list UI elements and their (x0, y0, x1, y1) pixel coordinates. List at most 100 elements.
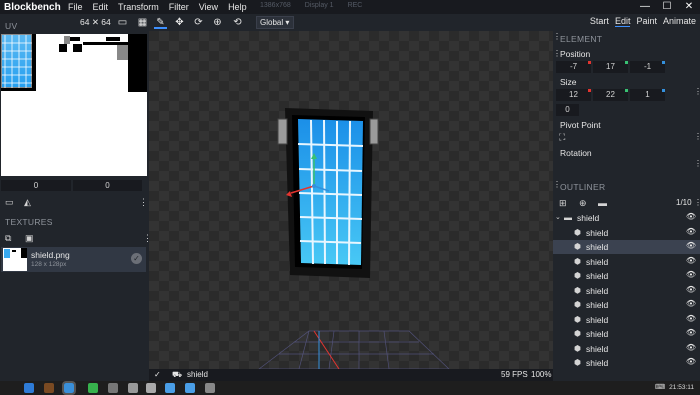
outliner-item[interactable]: ⬢ shield 👁 (553, 356, 700, 370)
tab-paint[interactable]: Paint (636, 16, 657, 27)
eye-icon[interactable]: 👁 (686, 256, 696, 265)
app-icon[interactable] (108, 383, 118, 393)
outliner-group[interactable]: ⌄ ▬ shield 👁 (553, 211, 700, 225)
eye-icon[interactable]: 👁 (686, 270, 696, 279)
position-x-input[interactable]: -7 (556, 61, 591, 73)
vertex-snap-icon[interactable]: ⟲ (231, 16, 244, 29)
fullscreen-icon[interactable]: ▭ (116, 16, 129, 29)
menu-help[interactable]: Help (228, 2, 247, 12)
uv-input-x[interactable]: 0 (1, 180, 71, 191)
uv-pixel (70, 37, 80, 41)
keyboard-icon[interactable]: ⌨ (655, 383, 665, 391)
check-icon[interactable]: ✓ (154, 370, 161, 379)
finder-icon[interactable] (24, 383, 34, 393)
size-z-input[interactable]: 1 (630, 89, 665, 101)
blockbench-taskbar-icon[interactable] (62, 381, 76, 395)
gizmo-center (312, 184, 316, 188)
uv-face-icon[interactable]: ▭ (5, 197, 14, 208)
position-y-input[interactable]: 17 (593, 61, 628, 73)
uv-editor[interactable] (1, 34, 147, 176)
eye-icon[interactable]: 👁 (686, 212, 696, 221)
outliner-item[interactable]: ⬢ shield 👁 (553, 313, 700, 327)
create-texture-icon[interactable]: ▣ (25, 233, 34, 244)
rotate-tool-icon[interactable]: ⟳ (192, 16, 205, 29)
eye-icon[interactable]: 👁 (686, 299, 696, 308)
eye-icon[interactable]: 👁 (686, 314, 696, 323)
y-axis-marker (625, 89, 628, 92)
position-z-input[interactable]: -1 (630, 61, 665, 73)
app-icon[interactable] (146, 383, 156, 393)
outliner-item[interactable]: ⬢ shield 👁 (553, 298, 700, 312)
brush-tool-icon[interactable]: ✎ (154, 16, 167, 29)
close-button[interactable]: ✕ (678, 0, 700, 14)
inflate-input[interactable]: 0 (556, 104, 579, 116)
app-icon[interactable] (44, 383, 54, 393)
uv-pixel (117, 45, 128, 60)
position-x-value: -7 (569, 62, 578, 71)
outliner-item[interactable]: ⬢ shield 👁 (553, 226, 700, 240)
position-menu-icon[interactable]: ⋮ (553, 49, 561, 58)
pivot-menu-icon[interactable]: ⋮ (694, 132, 700, 141)
collapse-icon[interactable]: ▬ (598, 198, 607, 208)
outliner-item[interactable]: ⬢ shield 👁 (553, 342, 700, 356)
texture-check-icon[interactable]: ✓ (131, 253, 142, 264)
maximize-button[interactable]: ☐ (656, 0, 678, 14)
outliner-item-label: shield (586, 228, 609, 238)
menu-transform[interactable]: Transform (118, 2, 159, 12)
outliner-menu-icon[interactable]: ⋮ (694, 198, 700, 207)
chevron-down-icon[interactable]: ⌄ (555, 213, 561, 221)
eye-icon[interactable]: 👁 (686, 227, 696, 236)
pivot-tool-icon[interactable]: ⊕ (211, 16, 224, 29)
window-controls: — ☐ ✕ (634, 0, 700, 14)
add-group-icon[interactable]: ⊕ (579, 198, 587, 209)
size-x-input[interactable]: 12 (556, 89, 591, 101)
uv-pixel (106, 37, 120, 41)
pivot-center-icon[interactable]: ⛶ (559, 132, 565, 143)
outliner-item-selected[interactable]: ⬢ shield 👁 (553, 240, 700, 254)
eye-icon[interactable]: 👁 (686, 328, 696, 337)
eye-icon[interactable]: 👁 (686, 285, 696, 294)
app-icon[interactable] (205, 383, 215, 393)
app-icon[interactable] (185, 383, 195, 393)
eye-icon[interactable]: 👁 (686, 357, 696, 366)
menu-file[interactable]: File (68, 2, 83, 12)
outliner-item[interactable]: ⬢ shield 👁 (553, 284, 700, 298)
eye-icon[interactable]: 👁 (686, 241, 696, 250)
grid-icon[interactable]: ▦ (136, 16, 149, 29)
uv-header: UV (5, 21, 18, 31)
uv-pixel (128, 34, 147, 92)
uv-face-selection[interactable] (1, 34, 33, 89)
mirror-icon[interactable]: ◭ (24, 197, 31, 208)
size-menu-icon[interactable]: ⋮ (694, 87, 700, 96)
import-texture-icon[interactable]: ⧉ (5, 233, 11, 244)
zoom-level: 100% (531, 370, 552, 379)
app-icon[interactable] (165, 383, 175, 393)
uv-input-y[interactable]: 0 (73, 180, 142, 191)
cube-icon: ⬢ (574, 286, 581, 295)
menu-edit[interactable]: Edit (93, 2, 109, 12)
tab-animate[interactable]: Animate (663, 16, 696, 27)
app-icon[interactable] (88, 383, 98, 393)
add-cube-icon[interactable]: ⊞ (559, 198, 567, 209)
tab-start[interactable]: Start (590, 16, 609, 27)
transform-space-select[interactable]: Global ▾ (256, 16, 294, 29)
tab-edit[interactable]: Edit (614, 16, 631, 27)
rotation-menu-icon[interactable]: ⋮ (694, 159, 700, 168)
minimize-button[interactable]: — (634, 0, 656, 14)
uv-menu-icon[interactable]: ⋮ (139, 197, 148, 208)
menu-bar: File Edit Transform Filter View Help (68, 2, 247, 12)
app-icon[interactable] (128, 383, 138, 393)
outliner-item[interactable]: ⬢ shield 👁 (553, 269, 700, 283)
move-tool-icon[interactable]: ✥ (173, 16, 186, 29)
texture-item[interactable]: shield.png 128 x 128px ✓ (1, 247, 146, 272)
outliner-item[interactable]: ⬢ shield 👁 (553, 327, 700, 341)
eye-icon[interactable]: 👁 (686, 343, 696, 352)
x-axis-marker (588, 61, 591, 64)
3d-viewport[interactable] (149, 31, 553, 371)
size-y-input[interactable]: 22 (593, 89, 628, 101)
left-panel: UV 0 0 ▭ ◭ ⋮ TEXTURES ⧉ ▣ ⋮ shield.png 1… (0, 21, 152, 371)
menu-view[interactable]: View (199, 2, 218, 12)
menu-filter[interactable]: Filter (169, 2, 189, 12)
outliner-item[interactable]: ⬢ shield 👁 (553, 255, 700, 269)
z-axis-marker (662, 89, 665, 92)
